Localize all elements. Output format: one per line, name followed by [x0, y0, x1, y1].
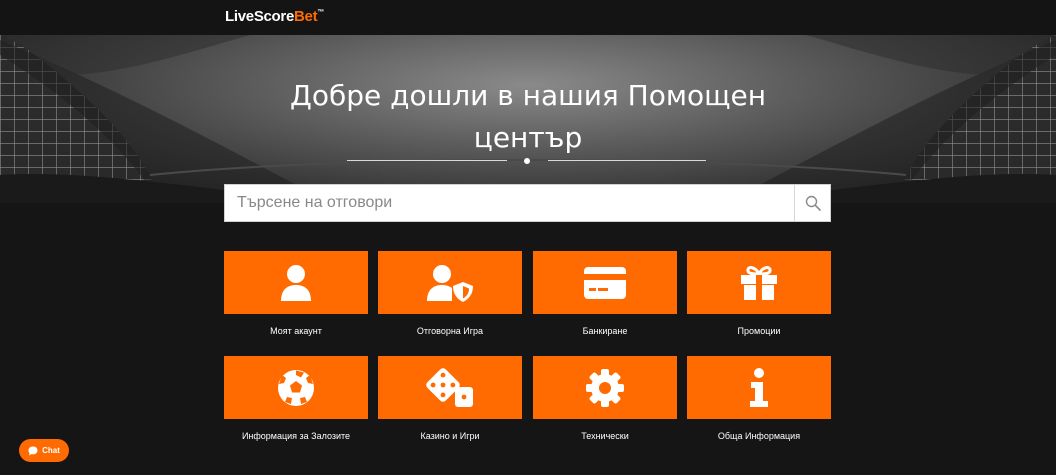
category-tile[interactable]: [687, 356, 831, 419]
category-label: Промоции: [737, 326, 781, 336]
page-title: Добре дошли в нашия Помощен център: [278, 75, 778, 159]
football-icon: [278, 369, 314, 406]
title-line-1: Добре дошли в нашия Помощен: [289, 79, 767, 112]
hero-divider-dot: [524, 158, 530, 164]
category-my-account[interactable]: Моят акаунт: [224, 251, 368, 336]
category-label: Банкиране: [582, 326, 628, 336]
logo-accent-text: Bet: [294, 8, 318, 25]
credit-card-icon: [584, 266, 626, 299]
category-technical[interactable]: Технически: [533, 356, 677, 441]
category-promotions[interactable]: Промоции: [687, 251, 831, 336]
category-label: Информация за Залозите: [241, 431, 351, 441]
category-label: Обща Информация: [717, 431, 801, 441]
user-shield-icon: [427, 264, 473, 302]
dice-icon: [426, 367, 473, 407]
logo-main-text: LiveScore: [225, 8, 295, 25]
category-tile[interactable]: [533, 356, 677, 419]
category-tile[interactable]: [224, 356, 368, 419]
category-tile[interactable]: [378, 251, 522, 314]
chat-label: Chat: [42, 446, 60, 455]
category-tile[interactable]: [533, 251, 677, 314]
livescorebet-logo[interactable]: LiveScoreBet™: [225, 8, 324, 25]
search-button[interactable]: [794, 185, 830, 221]
chat-bubble-icon: [28, 446, 38, 455]
user-icon: [281, 264, 311, 301]
category-betting-info[interactable]: Информация за Залозите: [224, 356, 368, 441]
hero-divider-left: [347, 160, 507, 161]
gift-icon: [741, 265, 777, 300]
top-bar: LiveScoreBet™: [0, 0, 1056, 35]
category-tile[interactable]: [224, 251, 368, 314]
search-input[interactable]: [225, 185, 794, 221]
info-icon: [750, 367, 768, 407]
hero-divider-right: [548, 160, 706, 161]
category-tile[interactable]: [687, 251, 831, 314]
gear-icon: [586, 368, 624, 407]
search-icon: [805, 195, 821, 211]
category-general-info[interactable]: Обща Информация: [687, 356, 831, 441]
category-label: Казино и Игри: [420, 431, 480, 441]
title-line-2: център: [473, 121, 583, 154]
category-label: Моят акаунт: [270, 326, 322, 336]
category-label: Технически: [581, 431, 629, 441]
search-bar: [224, 184, 831, 222]
hero-banner: Добре дошли в нашия Помощен център: [0, 35, 1056, 203]
category-label: Отговорна Игра: [416, 326, 484, 336]
category-tile[interactable]: [378, 356, 522, 419]
chat-button[interactable]: Chat: [19, 439, 69, 462]
category-casino-games[interactable]: Казино и Игри: [378, 356, 522, 441]
logo-trademark: ™: [317, 9, 324, 16]
category-responsible-gaming[interactable]: Отговорна Игра: [378, 251, 522, 336]
category-banking[interactable]: Банкиране: [533, 251, 677, 336]
